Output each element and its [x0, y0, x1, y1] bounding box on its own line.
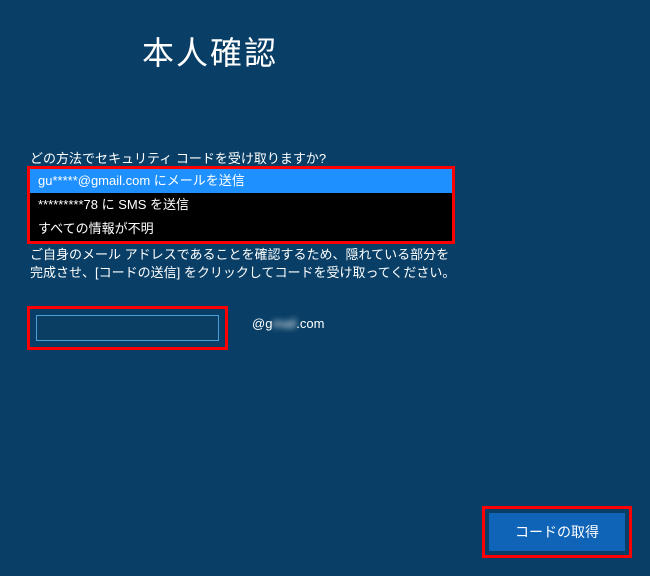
method-options: gu*****@gmail.com にメールを送信 *********78 に … [27, 166, 455, 244]
option-sms[interactable]: *********78 に SMS を送信 [30, 193, 452, 217]
submit-wrap: コードの取得 [482, 506, 632, 558]
option-email[interactable]: gu*****@gmail.com にメールを送信 [30, 169, 452, 193]
instructions-text: ご自身のメール アドレスであることを確認するため、隠れている部分を完成させ、[コ… [30, 246, 460, 282]
domain-suffix: .com [296, 316, 324, 331]
domain-at: @g [252, 316, 272, 331]
get-code-button[interactable]: コードの取得 [489, 513, 625, 551]
page-title: 本人確認 [142, 28, 278, 74]
domain-blur: mail [272, 316, 296, 331]
email-prefix-input[interactable] [36, 315, 219, 341]
option-none[interactable]: すべての情報が不明 [30, 217, 452, 241]
method-prompt: どの方法でセキュリティ コードを受け取りますか? [30, 148, 326, 167]
email-domain-label: @gmail.com [252, 316, 324, 331]
email-input-wrap [27, 306, 228, 350]
